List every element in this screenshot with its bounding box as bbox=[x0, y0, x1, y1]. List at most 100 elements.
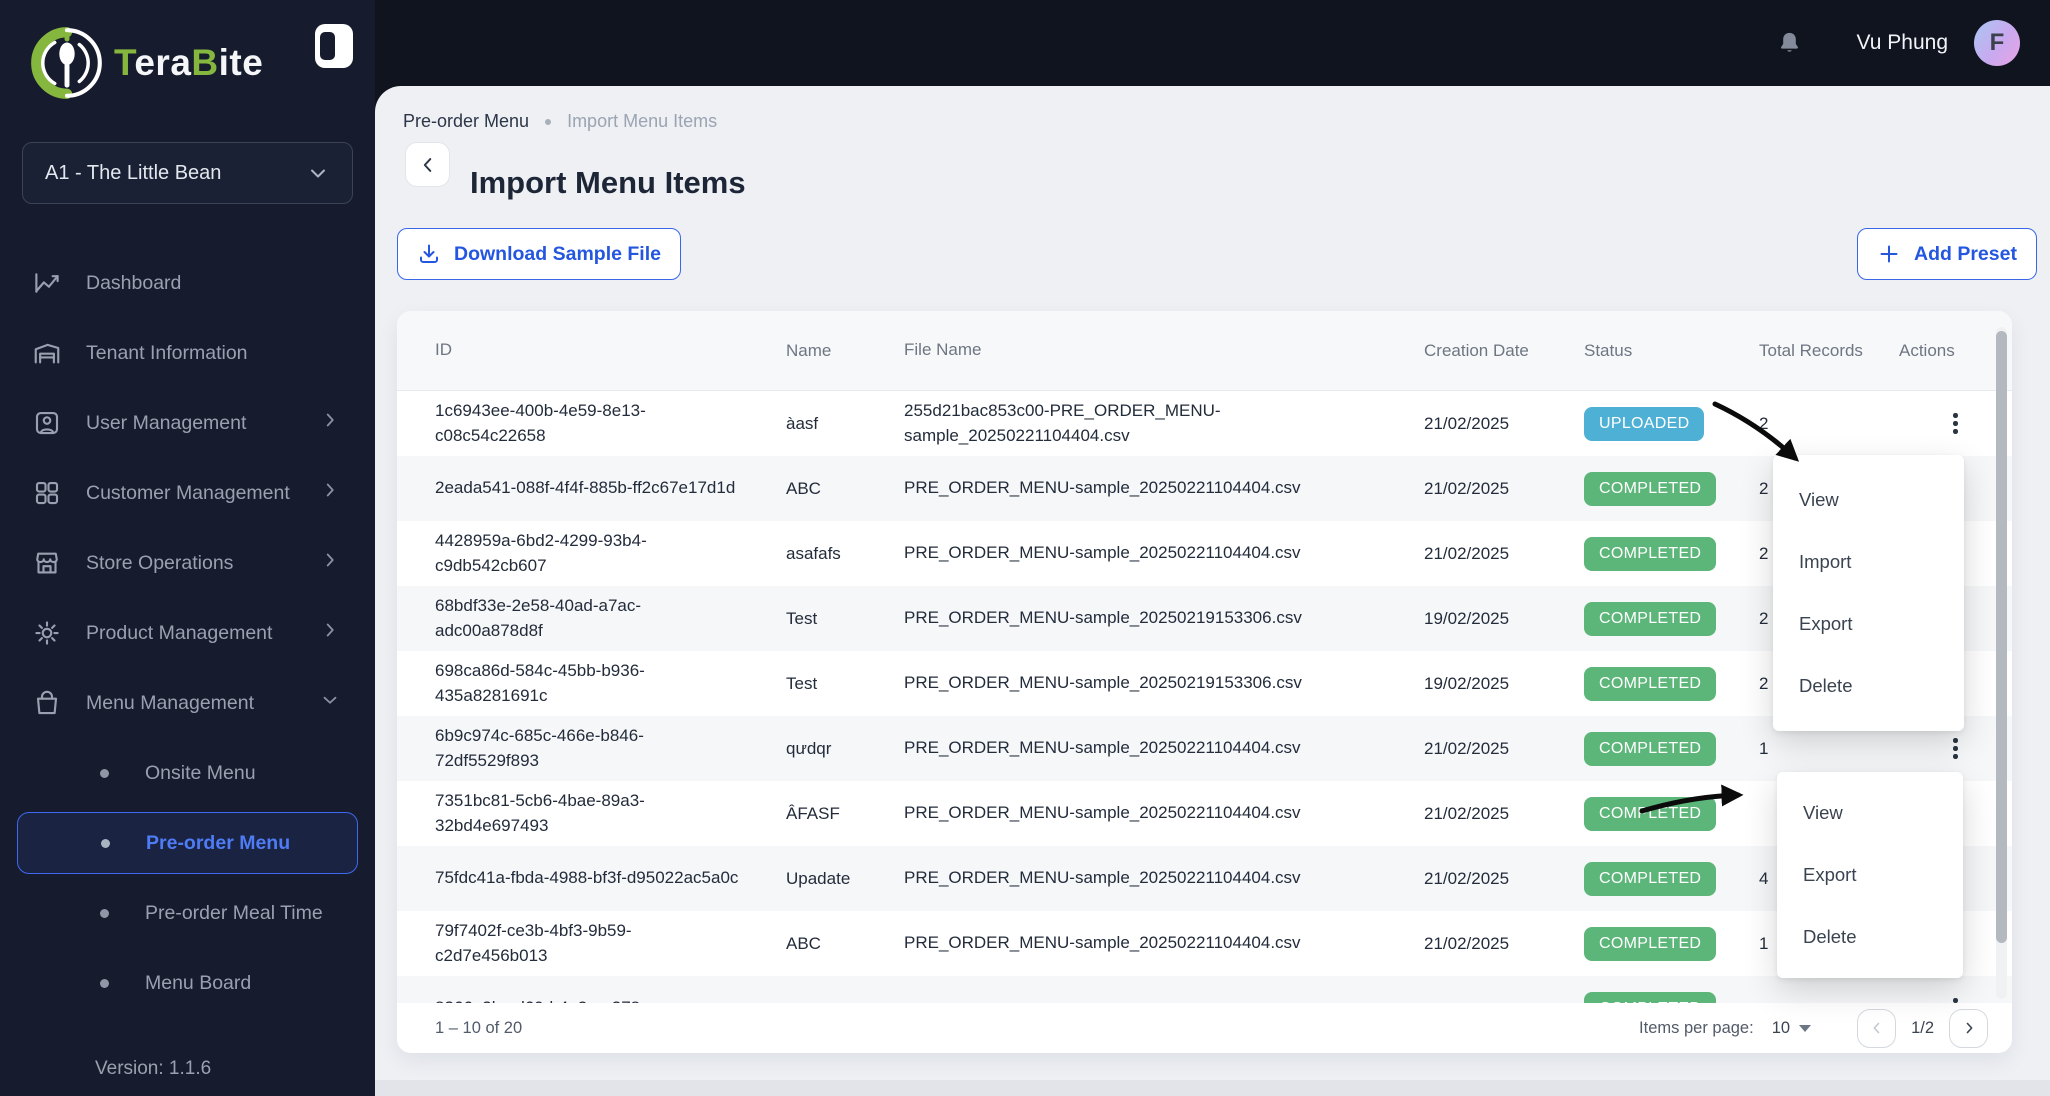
user-avatar[interactable]: F bbox=[1974, 20, 2020, 66]
submenu-item-pre-order-meal-time[interactable]: Pre-order Meal Time bbox=[0, 878, 375, 948]
cell-status: UPLOADED bbox=[1580, 406, 1755, 441]
cell-file-name: PRE_ORDER_MENU-sample_20250221104404.csv bbox=[904, 803, 1301, 823]
cell-name: qưdqr bbox=[786, 738, 832, 758]
sidebar-item-user-management[interactable]: User Management bbox=[0, 388, 375, 458]
chart-icon bbox=[32, 268, 62, 298]
sidebar-item-dashboard[interactable]: Dashboard bbox=[0, 248, 375, 318]
chevron-right-icon bbox=[319, 549, 341, 577]
brand-row: TeraBite bbox=[0, 0, 375, 104]
pagination-prev-button[interactable] bbox=[1857, 1008, 1897, 1048]
cell-status: COMPLETED bbox=[1580, 601, 1755, 636]
cell-status: COMPLETED bbox=[1580, 471, 1755, 506]
cell-status: COMPLETED bbox=[1580, 991, 1755, 1003]
pagination-next-button[interactable] bbox=[1949, 1008, 1988, 1048]
user-icon bbox=[32, 408, 62, 438]
table-footer: 1 – 10 of 20 Items per page: 10 1/2 bbox=[397, 1003, 2012, 1053]
table-scrollbar-thumb[interactable] bbox=[1996, 331, 2007, 943]
actions-menu-item-import[interactable]: Import bbox=[1773, 531, 1964, 593]
sidebar-collapse-toggle[interactable] bbox=[315, 24, 353, 68]
cell-status: COMPLETED bbox=[1580, 861, 1755, 896]
cell-status: COMPLETED bbox=[1580, 926, 1755, 961]
table-row: 698ca86d-584c-45bb-b936-435a8281691c Test… bbox=[397, 651, 2012, 716]
column-header-id: ID bbox=[435, 340, 452, 360]
cell-status: COMPLETED bbox=[1580, 731, 1755, 766]
table-row: 68bdf33e-2e58-40ad-a7ac-adc00a878d8f Test… bbox=[397, 586, 2012, 651]
chevron-right-icon bbox=[1966, 1022, 1972, 1034]
cell-id: 4428959a-6bd2-4299-93b4-c9db542cb607 bbox=[435, 530, 647, 575]
cell-file-name: 255d21bac853c00-PRE_ORDER_MENU-sample_20… bbox=[904, 400, 1221, 445]
add-preset-button[interactable]: Add Preset bbox=[1857, 228, 2037, 280]
chevron-left-icon bbox=[1873, 1022, 1879, 1034]
actions-menu-item-export[interactable]: Export bbox=[1777, 844, 1963, 906]
brand-segment: ite bbox=[218, 42, 264, 83]
items-per-page-select[interactable]: 10 bbox=[1772, 1019, 1812, 1038]
cell-total-records: 1 bbox=[1759, 738, 1769, 758]
breadcrumb-separator-dot bbox=[545, 118, 552, 125]
row-actions-kebab-icon[interactable] bbox=[1943, 736, 1969, 762]
column-header-total-records: Total Records bbox=[1759, 340, 1863, 360]
sidebar-item-customer-management[interactable]: Customer Management bbox=[0, 458, 375, 528]
row-actions-menu-2: View Export Delete bbox=[1777, 772, 1963, 978]
cell-creation-date: 19/02/2025 bbox=[1424, 608, 1510, 628]
cell-id: 7351bc81-5cb6-4bae-89a3-32bd4e697493 bbox=[435, 790, 645, 835]
cell-actions bbox=[1895, 736, 2012, 762]
actions-menu-item-delete[interactable]: Delete bbox=[1773, 655, 1964, 717]
status-badge: COMPLETED bbox=[1584, 796, 1717, 831]
row-actions-kebab-icon[interactable] bbox=[1943, 411, 1969, 437]
sidebar-item-store-operations[interactable]: Store Operations bbox=[0, 528, 375, 598]
table-row: 7351bc81-5cb6-4bae-89a3-32bd4e697493 ÂFAS… bbox=[397, 781, 2012, 846]
column-header-name: Name bbox=[786, 340, 832, 360]
cell-file-name: PRE_ORDER_MENU-sample_20250221104404.csv bbox=[904, 933, 1301, 953]
sidebar-item-tenant-information[interactable]: Tenant Information bbox=[0, 318, 375, 388]
submenu-item-menu-board[interactable]: Menu Board bbox=[0, 948, 375, 1018]
sidebar-item-label: Dashboard bbox=[86, 271, 182, 294]
page-indicator: 1/2 bbox=[1911, 1018, 1934, 1037]
cell-file-name: PRE_ORDER_MENU-sample_20250221104404.csv bbox=[904, 738, 1301, 758]
cell-creation-date: 21/02/2025 bbox=[1424, 478, 1510, 498]
submenu-item-onsite-menu[interactable]: Onsite Menu bbox=[0, 738, 375, 808]
status-badge: COMPLETED bbox=[1584, 536, 1717, 571]
row-actions-kebab-icon[interactable] bbox=[1943, 996, 1969, 1004]
cell-id: 6b9c974c-685c-466e-b846-72df5529f893 bbox=[435, 725, 644, 770]
actions-menu-item-view[interactable]: View bbox=[1777, 782, 1963, 844]
table-body: 1c6943ee-400b-4e59-8e13-c08c54c22658 àasf… bbox=[397, 391, 2012, 1003]
store-selector[interactable]: A1 - The Little Bean bbox=[22, 142, 353, 204]
table-row: 4428959a-6bd2-4299-93b4-c9db542cb607 asaf… bbox=[397, 521, 2012, 586]
notifications-bell-icon[interactable] bbox=[1776, 28, 1803, 58]
chevron-right-icon bbox=[319, 619, 341, 647]
cell-id: 79f7402f-ce3b-4bf3-9b59-c2d7e456b013 bbox=[435, 920, 632, 965]
actions-menu-item-export[interactable]: Export bbox=[1773, 593, 1964, 655]
actions-menu-item-delete[interactable]: Delete bbox=[1777, 906, 1963, 968]
submenu-item-label: Pre-order Menu bbox=[146, 831, 291, 854]
table-row: 2eada541-088f-4f4f-885b-ff2c67e17d1d ABC P… bbox=[397, 456, 2012, 521]
cell-id: 75fdc41a-fbda-4988-bf3f-d95022ac5a0c bbox=[435, 868, 739, 888]
table-row: 1c6943ee-400b-4e59-8e13-c08c54c22658 àasf… bbox=[397, 391, 2012, 456]
table-row: 75fdc41a-fbda-4988-bf3f-d95022ac5a0c Upad… bbox=[397, 846, 2012, 911]
chevron-right-icon bbox=[319, 479, 341, 507]
status-badge: COMPLETED bbox=[1584, 731, 1717, 766]
sidebar-item-label: Tenant Information bbox=[86, 341, 248, 364]
table-row: 6b9c974c-685c-466e-b846-72df5529f893 qưdq… bbox=[397, 716, 2012, 781]
row-actions-menu-1: View Import Export Delete bbox=[1773, 455, 1964, 731]
actions-menu-item-view[interactable]: View bbox=[1773, 469, 1964, 531]
sidebar-item-product-management[interactable]: Product Management bbox=[0, 598, 375, 668]
back-button[interactable] bbox=[405, 142, 450, 187]
sidebar-item-label: User Management bbox=[86, 411, 247, 434]
user-name[interactable]: Vu Phung bbox=[1857, 31, 1948, 55]
breadcrumb-pre-order-menu[interactable]: Pre-order Menu bbox=[403, 111, 529, 132]
sidebar-item-menu-management[interactable]: Menu Management bbox=[0, 668, 375, 738]
version-label: Version: 1.1.6 bbox=[95, 1058, 212, 1079]
cell-id: 8366a3bc-d69d-4e2e-a378- bbox=[397, 996, 782, 1003]
bottom-strip bbox=[375, 1080, 2050, 1096]
cell-name: ABC bbox=[786, 478, 821, 498]
building-icon bbox=[32, 338, 62, 368]
submenu-item-pre-order-menu[interactable]: Pre-order Menu bbox=[17, 812, 358, 874]
pagination-range: 1 – 10 of 20 bbox=[435, 1018, 523, 1037]
cell-creation-date: 21/02/2025 bbox=[1424, 738, 1510, 758]
status-badge: UPLOADED bbox=[1584, 406, 1705, 441]
download-button-label: Download Sample File bbox=[454, 242, 661, 265]
download-sample-file-button[interactable]: Download Sample File bbox=[397, 228, 681, 280]
cell-name: Test bbox=[786, 673, 818, 693]
cell-id: 698ca86d-584c-45bb-b936-435a8281691c bbox=[435, 660, 645, 705]
plus-icon bbox=[1880, 245, 1898, 263]
